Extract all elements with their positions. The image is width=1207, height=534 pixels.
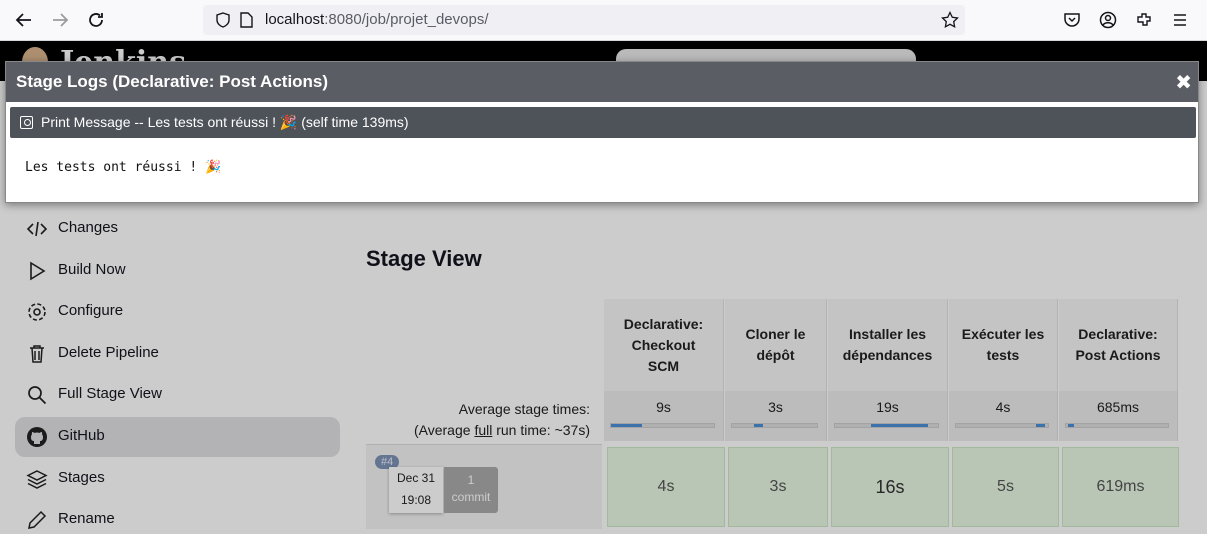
close-icon[interactable]: ✖ [1175,70,1192,94]
stage-logs-modal: Stage Logs (Declarative: Post Actions) ✖… [5,61,1199,203]
shield-icon[interactable] [215,12,231,32]
menu-icon[interactable] [1170,10,1190,30]
pocket-icon[interactable] [1062,10,1082,30]
reload-icon[interactable] [85,9,107,31]
account-icon[interactable] [1098,10,1118,30]
url-bar[interactable]: localhost:8080/job/projet_devops/ [203,5,965,35]
url-text[interactable]: localhost:8080/job/projet_devops/ [265,11,489,28]
bookmark-star-icon[interactable] [941,10,959,33]
extensions-icon[interactable] [1134,10,1154,30]
log-step-title: Print Message -- Les tests ont réussi ! … [41,114,409,130]
modal-title-bar: Stage Logs (Declarative: Post Actions) ✖ [6,62,1198,102]
page-info-icon[interactable] [239,12,254,32]
url-host: localhost [265,11,325,28]
back-arrow-icon[interactable] [13,9,35,31]
log-step-header[interactable]: Print Message -- Les tests ont réussi ! … [10,107,1196,138]
log-output-text: Les tests ont réussi ! 🎉 [25,160,222,175]
url-path: :8080/job/projet_devops/ [324,11,489,28]
modal-title: Stage Logs (Declarative: Post Actions) [16,72,329,91]
browser-toolbar: localhost:8080/job/projet_devops/ [0,0,1207,41]
collapse-toggle-icon[interactable] [20,116,33,129]
forward-arrow-icon[interactable] [49,9,71,31]
